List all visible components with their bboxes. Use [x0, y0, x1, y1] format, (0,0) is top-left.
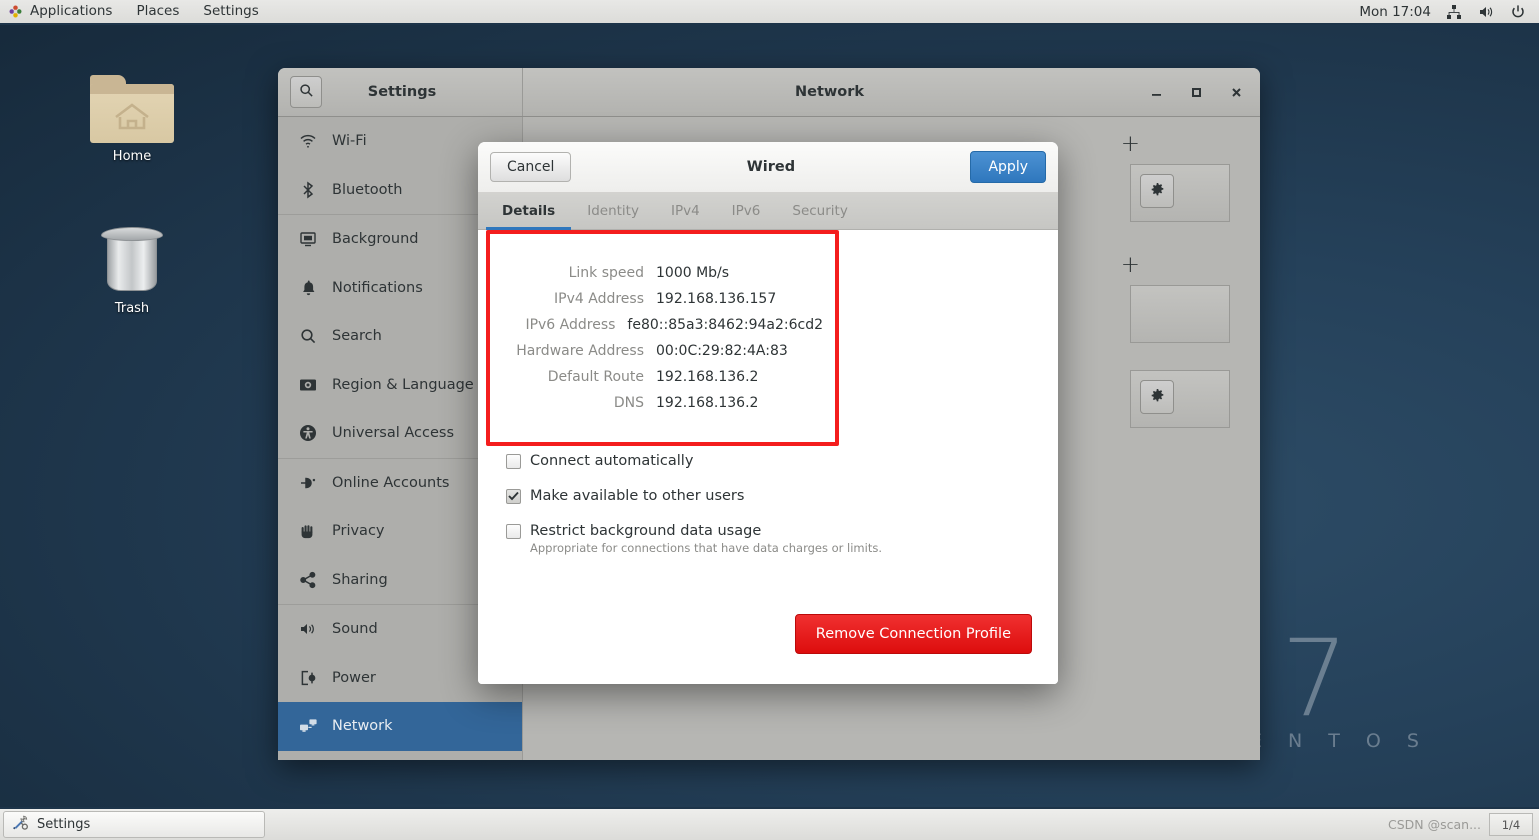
connection-settings-button-1[interactable]: [1140, 174, 1174, 208]
sidebar-item-label: Notifications: [332, 279, 423, 296]
wifi-icon: [298, 131, 318, 151]
network-panel-title: Network: [794, 84, 865, 100]
remove-connection-profile-button[interactable]: Remove Connection Profile: [794, 614, 1032, 654]
tab-details[interactable]: Details: [486, 193, 572, 230]
option-label: Restrict background data usage: [530, 523, 762, 540]
desktop-icon-home-label: Home: [112, 149, 152, 164]
connection-settings-button-2[interactable]: [1140, 380, 1174, 414]
desktop-icon-trash-label: Trash: [114, 301, 150, 316]
desktop-icon-trash[interactable]: Trash: [77, 225, 187, 316]
privacy-hand-icon: [298, 521, 318, 541]
make-available-checkbox[interactable]: [506, 489, 521, 505]
connection-card-2: [1130, 285, 1230, 343]
taskbar-item-settings[interactable]: Settings: [3, 811, 265, 838]
power-plug-icon: [298, 668, 318, 688]
sidebar-item-label: Sharing: [332, 571, 388, 588]
connection-options: Connect automatically Make available to …: [506, 452, 1006, 572]
sidebar-item-label: Network: [332, 718, 393, 735]
sidebar-item-label: Wi-Fi: [332, 133, 367, 150]
option-description: Appropriate for connections that have da…: [530, 541, 882, 556]
settings-titlebar-left: Settings: [278, 68, 523, 116]
home-folder-icon: [90, 75, 174, 143]
dialog-tabs: Details Identity IPv4 IPv6 Security: [478, 193, 1058, 230]
network-icon: [298, 716, 318, 736]
bottom-panel-right: CSDN @scan... 1/4: [1388, 813, 1539, 836]
sidebar-item-label: Search: [332, 328, 382, 345]
tab-security[interactable]: Security: [776, 193, 863, 229]
sidebar-item-label: Power: [332, 669, 376, 686]
bell-icon: [298, 278, 318, 298]
desktop-icon-home[interactable]: Home: [77, 75, 187, 164]
checkmark-icon: [508, 490, 519, 504]
page-title: Settings: [367, 84, 437, 100]
dialog-content: Link speed 1000 Mb/s IPv4 Address 192.16…: [478, 230, 1058, 684]
restrict-background-checkbox[interactable]: [506, 524, 521, 540]
menu-applications-label: Applications: [30, 3, 113, 19]
online-accounts-icon: [298, 473, 318, 493]
sound-icon: [298, 619, 318, 639]
wired-connection-dialog: Cancel Wired Apply Details Identity IPv4…: [478, 142, 1058, 684]
clock[interactable]: Mon 17:04: [1359, 4, 1431, 20]
sidebar-item-label: Bluetooth: [332, 181, 403, 198]
applications-icon: [8, 4, 23, 19]
cancel-button[interactable]: Cancel: [490, 152, 572, 182]
sharing-icon: [298, 570, 318, 590]
menu-applications[interactable]: Applications: [0, 0, 124, 23]
gear-icon: [1150, 182, 1165, 201]
tab-identity[interactable]: Identity: [571, 193, 655, 229]
sidebar-item-label: Universal Access: [332, 425, 455, 442]
search-icon: [298, 326, 318, 346]
tab-ipv4[interactable]: IPv4: [655, 193, 716, 229]
add-connection-button-1[interactable]: +: [1121, 131, 1140, 157]
volume-icon[interactable]: [1477, 3, 1495, 21]
option-connect-automatically[interactable]: Connect automatically: [506, 452, 1006, 470]
workspace-switcher[interactable]: 1/4: [1489, 813, 1533, 836]
menu-settings[interactable]: Settings: [191, 0, 270, 23]
option-restrict-background[interactable]: Restrict background data usage Appropria…: [506, 522, 1006, 555]
option-label: Connect automatically: [530, 453, 694, 469]
menu-places-label: Places: [136, 3, 180, 19]
sidebar-item-label: Privacy: [332, 523, 385, 540]
connect-automatically-checkbox[interactable]: [506, 454, 521, 469]
network-icon[interactable]: [1445, 3, 1463, 21]
settings-titlebar: Settings Network: [278, 68, 1260, 117]
connection-card-3: [1130, 370, 1230, 428]
window-controls: [1136, 68, 1260, 116]
search-icon: [299, 83, 314, 102]
search-button[interactable]: [290, 76, 322, 108]
connection-card-1: [1130, 164, 1230, 222]
region-icon: [298, 375, 318, 395]
background-icon: [298, 229, 318, 249]
close-button[interactable]: [1216, 68, 1256, 116]
sidebar-item-label: Sound: [332, 621, 378, 638]
tab-ipv6[interactable]: IPv6: [716, 193, 777, 229]
minimize-button[interactable]: [1136, 68, 1176, 116]
dialog-title: Wired: [746, 159, 796, 175]
sidebar-item-label: Background: [332, 231, 419, 248]
add-connection-button-2[interactable]: +: [1121, 252, 1140, 278]
sidebar-item-network[interactable]: Network: [278, 702, 522, 751]
trash-icon: [101, 225, 163, 295]
settings-titlebar-right: Network: [523, 68, 1260, 116]
option-label: Make available to other users: [530, 488, 745, 505]
csdn-watermark: CSDN @scan...: [1388, 817, 1481, 832]
sidebar-item-label: Region & Language: [332, 376, 474, 393]
menu-settings-label: Settings: [203, 3, 259, 19]
sidebar-item-label: Online Accounts: [332, 474, 450, 491]
gear-icon: [1150, 388, 1165, 407]
dialog-header: Cancel Wired Apply: [478, 142, 1058, 193]
details-highlight-box: [486, 230, 839, 446]
apply-button[interactable]: Apply: [970, 151, 1046, 183]
taskbar-item-label: Settings: [37, 817, 91, 832]
accessibility-icon: [298, 423, 318, 443]
top-panel: Applications Places Settings Mon 17:04: [0, 0, 1539, 25]
bottom-panel: Settings CSDN @scan... 1/4: [0, 807, 1539, 840]
menu-places[interactable]: Places: [124, 0, 191, 23]
bluetooth-icon: [298, 180, 318, 200]
option-make-available[interactable]: Make available to other users: [506, 487, 1006, 505]
panel-status-area: Mon 17:04: [1359, 3, 1539, 21]
maximize-button[interactable]: [1176, 68, 1216, 116]
power-icon[interactable]: [1509, 3, 1527, 21]
tools-icon: [12, 814, 29, 835]
